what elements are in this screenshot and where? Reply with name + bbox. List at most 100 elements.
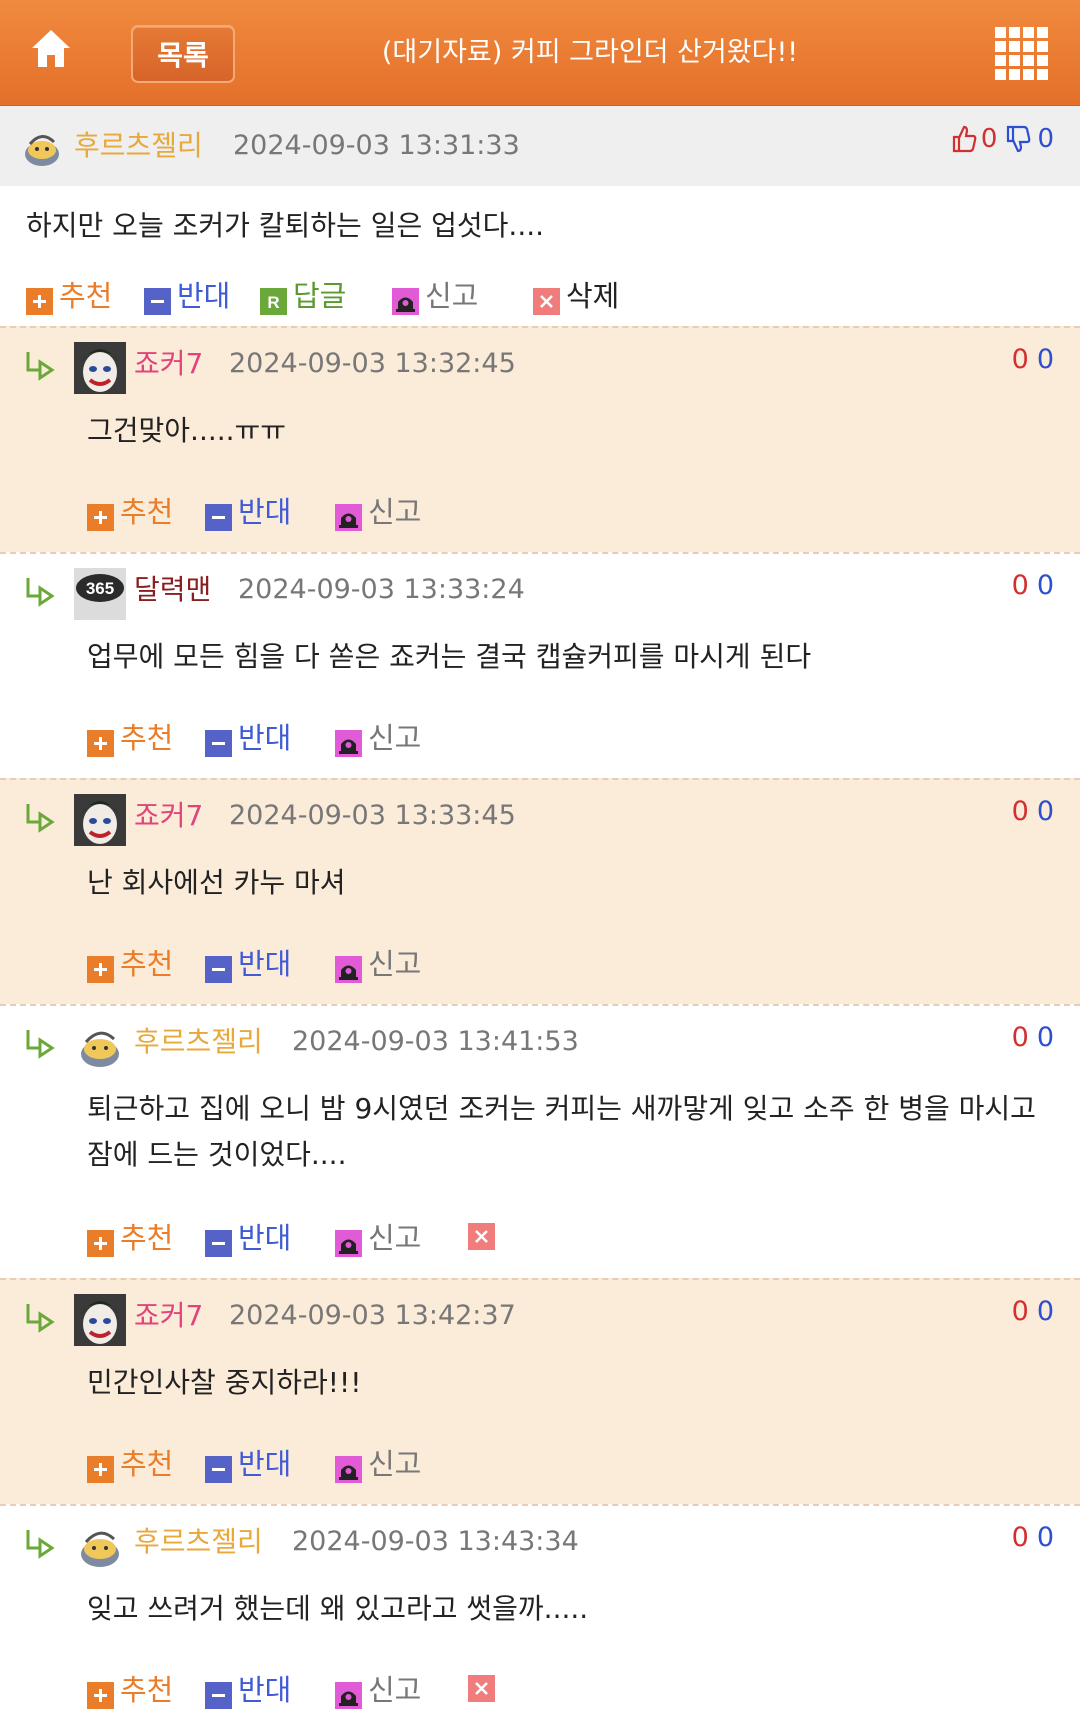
comment-list: 죠커7 2024-09-03 13:32:45 00 그건맞아.....ㅠㅠ 추… — [0, 326, 1080, 1730]
siren-icon — [335, 953, 362, 983]
recommend-button[interactable]: 추천 — [87, 492, 173, 532]
recommend-button[interactable]: 추천 — [87, 1218, 173, 1258]
recommend-label: 추천 — [120, 721, 174, 755]
comment-item: 죠커7 2024-09-03 13:33:45 00 난 회사에선 카누 마셔 … — [0, 778, 1080, 1004]
page-title: (대기자료) 커피 그라인더 산거왔다!! — [381, 37, 799, 68]
delete-x-icon — [533, 285, 560, 315]
minus-icon — [205, 501, 232, 531]
comment-date: 2024-09-03 13:42:37 — [229, 1300, 516, 1331]
post-author[interactable]: 후르츠젤리 — [74, 126, 203, 166]
oppose-label: 반대 — [238, 1447, 292, 1481]
jelly-avatar-icon — [74, 1020, 126, 1072]
comment-down-count: 0 — [1036, 570, 1054, 601]
oppose-button[interactable]: 반대 — [205, 492, 291, 532]
comment-score: 00 — [1012, 566, 1054, 606]
minus-icon — [205, 1679, 232, 1709]
reply-arrow-icon — [24, 576, 58, 608]
report-button[interactable]: 신고 — [335, 1218, 421, 1258]
comment-actions: 추천 반대 신고 — [0, 1434, 1080, 1494]
oppose-label: 반대 — [238, 1673, 292, 1707]
siren-icon — [335, 1227, 362, 1257]
oppose-button[interactable]: 반대 — [205, 1444, 291, 1484]
recommend-button[interactable]: 추천 — [26, 276, 112, 316]
comment-author[interactable]: 달력맨 — [134, 568, 211, 612]
oppose-button[interactable]: 반대 — [205, 944, 291, 984]
list-button[interactable]: 목록 — [131, 25, 235, 83]
reply-arrow-icon — [24, 802, 58, 834]
delete-button[interactable] — [468, 1218, 501, 1250]
comment-author[interactable]: 죠커7 — [134, 794, 203, 838]
minus-icon — [205, 953, 232, 983]
comment-down-count: 0 — [1036, 1522, 1054, 1553]
menu-grid-icon[interactable] — [995, 27, 1049, 80]
comment-down-count: 0 — [1036, 1296, 1054, 1327]
siren-icon — [335, 727, 362, 757]
comment-text: 퇴근하고 집에 오니 밤 9시였던 조커는 커피는 새까맣게 잊고 소주 한 병… — [87, 1092, 1036, 1171]
plus-icon — [87, 953, 114, 983]
oppose-button[interactable]: 반대 — [144, 276, 230, 316]
comment-author[interactable]: 후르츠젤리 — [134, 1020, 263, 1064]
svg-text:365: 365 — [86, 579, 114, 598]
recommend-label: 추천 — [120, 1447, 174, 1481]
report-button[interactable]: 신고 — [392, 276, 478, 316]
delete-button[interactable]: 삭제 — [533, 276, 619, 316]
comment-author[interactable]: 죠커7 — [134, 342, 203, 386]
report-label: 신고 — [368, 1673, 422, 1707]
comment-up-count: 0 — [1011, 796, 1029, 827]
comment-author[interactable]: 죠커7 — [134, 1294, 203, 1338]
siren-icon — [335, 501, 362, 531]
oppose-label: 반대 — [238, 495, 292, 529]
report-button[interactable]: 신고 — [335, 492, 421, 532]
report-label: 신고 — [368, 1447, 422, 1481]
comment-score: 00 — [1012, 1518, 1054, 1558]
report-label: 신고 — [368, 721, 422, 755]
post-up-count: 0 — [980, 124, 998, 154]
post-vote: 0 0 — [951, 124, 1054, 154]
oppose-label: 반대 — [177, 279, 231, 313]
comment-down-count: 0 — [1036, 1022, 1054, 1053]
comment-text: 민간인사찰 중지하라!!! — [87, 1366, 362, 1399]
recommend-button[interactable]: 추천 — [87, 944, 173, 984]
comment-up-count: 0 — [1011, 344, 1029, 375]
report-label: 신고 — [368, 947, 422, 981]
365-avatar-icon: 365 — [74, 568, 126, 620]
top-bar: 목록 (대기자료) 커피 그라인더 산거왔다!! — [0, 0, 1080, 106]
comment-item: 365 달력맨 2024-09-03 13:33:24 00 업무에 모든 힘을… — [0, 552, 1080, 778]
report-label: 신고 — [368, 495, 422, 529]
comment-text: 업무에 모든 힘을 다 쏟은 죠커는 결국 캡슐커피를 마시게 된다 — [87, 640, 812, 673]
comment-item: 후르츠젤리 2024-09-03 13:41:53 00 퇴근하고 집에 오니 … — [0, 1004, 1080, 1278]
comment-up-count: 0 — [1011, 1296, 1029, 1327]
recommend-label: 추천 — [120, 1221, 174, 1255]
report-button[interactable]: 신고 — [335, 1670, 421, 1710]
plus-icon — [87, 1227, 114, 1257]
oppose-button[interactable]: 반대 — [205, 1218, 291, 1258]
delete-button[interactable] — [468, 1670, 501, 1702]
report-button[interactable]: 신고 — [335, 1444, 421, 1484]
reply-arrow-icon — [24, 1028, 58, 1060]
reply-arrow-icon — [24, 350, 58, 382]
recommend-button[interactable]: 추천 — [87, 1670, 173, 1710]
recommend-button[interactable]: 추천 — [87, 718, 173, 758]
thumbs-down-icon[interactable] — [1005, 124, 1031, 154]
comment-author[interactable]: 후르츠젤리 — [134, 1520, 263, 1564]
oppose-button[interactable]: 반대 — [205, 718, 291, 758]
delete-x-icon — [468, 1672, 495, 1702]
thumbs-up-icon[interactable] — [951, 124, 977, 154]
delete-label: 삭제 — [566, 279, 620, 313]
report-button[interactable]: 신고 — [335, 718, 421, 758]
recommend-label: 추천 — [59, 279, 113, 313]
recommend-button[interactable]: 추천 — [87, 1444, 173, 1484]
post-text: 하지만 오늘 조커가 칼퇴하는 일은 업섯다.... — [26, 209, 545, 242]
minus-icon — [205, 727, 232, 757]
comment-score: 00 — [1012, 1018, 1054, 1058]
joker-avatar-icon — [74, 794, 126, 846]
report-button[interactable]: 신고 — [335, 944, 421, 984]
comment-item: 죠커7 2024-09-03 13:32:45 00 그건맞아.....ㅠㅠ 추… — [0, 326, 1080, 552]
delete-x-icon — [468, 1220, 495, 1250]
reply-button[interactable]: R 답글 — [260, 276, 346, 316]
plus-icon — [26, 285, 53, 315]
oppose-button[interactable]: 반대 — [205, 1670, 291, 1710]
post-down-count: 0 — [1037, 124, 1054, 154]
home-icon[interactable] — [28, 26, 74, 72]
reply-arrow-icon — [24, 1302, 58, 1334]
